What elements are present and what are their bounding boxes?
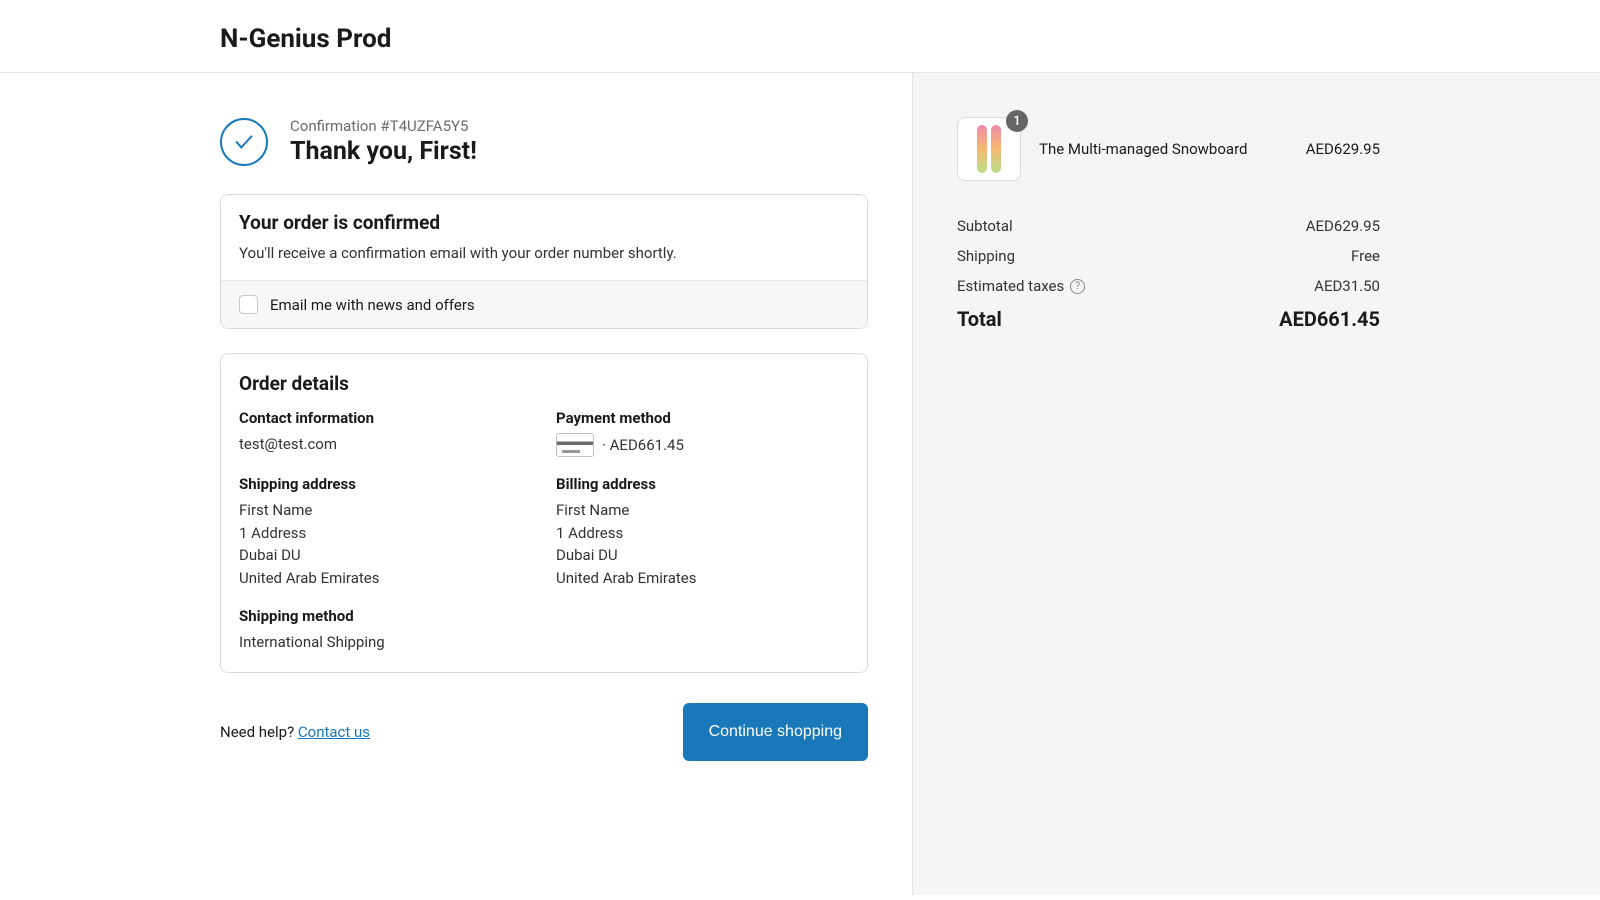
total-row: Total AED661.45 <box>957 307 1380 331</box>
footer-row: Need help? Contact us Continue shopping <box>220 703 868 761</box>
shipping-address-label: Shipping address <box>239 475 532 493</box>
ship-line4: United Arab Emirates <box>239 567 532 590</box>
confirmation-number: Confirmation #T4UZFA5Y5 <box>290 117 477 135</box>
confirmed-title: Your order is confirmed <box>239 211 849 234</box>
product-name: The Multi-managed Snowboard <box>1039 140 1288 158</box>
payment-block: Payment method · AED661.45 <box>556 409 849 457</box>
thankyou-heading: Thank you, First! <box>290 137 477 166</box>
billing-address-label: Billing address <box>556 475 849 493</box>
contact-label: Contact information <box>239 409 532 427</box>
order-summary-panel: 1 The Multi-managed Snowboard AED629.95 … <box>912 73 1600 895</box>
subscribe-checkbox[interactable] <box>239 295 258 314</box>
checkmark-icon <box>220 118 268 166</box>
payment-label: Payment method <box>556 409 849 427</box>
shipping-method-block: Shipping method International Shipping <box>239 607 532 654</box>
info-icon[interactable]: ? <box>1070 279 1085 294</box>
credit-card-icon <box>556 433 594 457</box>
contact-email: test@test.com <box>239 433 532 456</box>
subtotal-value: AED629.95 <box>1306 217 1380 235</box>
product-row: 1 The Multi-managed Snowboard AED629.95 <box>957 117 1380 181</box>
shipping-method: International Shipping <box>239 631 532 654</box>
product-price: AED629.95 <box>1306 140 1380 158</box>
contact-block: Contact information test@test.com <box>239 409 532 457</box>
help-prefix: Need help? <box>220 723 298 741</box>
help-text: Need help? Contact us <box>220 723 370 741</box>
taxes-label: Estimated taxes <box>957 277 1064 295</box>
bill-line4: United Arab Emirates <box>556 567 849 590</box>
bill-line3: Dubai DU <box>556 544 849 567</box>
shipping-method-label: Shipping method <box>239 607 532 625</box>
order-details-card: Order details Contact information test@t… <box>220 353 868 673</box>
store-name: N-Genius Prod <box>220 24 1380 54</box>
product-thumbnail: 1 <box>957 117 1021 181</box>
taxes-value: AED31.50 <box>1314 277 1380 295</box>
page-header: N-Genius Prod <box>0 0 1600 73</box>
confirmed-text: You'll receive a confirmation email with… <box>239 244 849 262</box>
shipping-row: Shipping Free <box>957 247 1380 265</box>
total-value: AED661.45 <box>1279 307 1380 331</box>
continue-shopping-button[interactable]: Continue shopping <box>683 703 868 761</box>
total-label: Total <box>957 307 1002 331</box>
bill-line1: First Name <box>556 499 849 522</box>
billing-address-block: Billing address First Name 1 Address Dub… <box>556 475 849 589</box>
taxes-row: Estimated taxes ? AED31.50 <box>957 277 1380 295</box>
contact-us-link[interactable]: Contact us <box>298 723 370 741</box>
ship-line2: 1 Address <box>239 522 532 545</box>
payment-amount: · AED661.45 <box>602 434 684 457</box>
shipping-label: Shipping <box>957 247 1015 265</box>
thankyou-header: Confirmation #T4UZFA5Y5 Thank you, First… <box>220 117 868 166</box>
quantity-badge: 1 <box>1006 110 1028 132</box>
left-panel: Confirmation #T4UZFA5Y5 Thank you, First… <box>0 73 912 895</box>
subtotal-row: Subtotal AED629.95 <box>957 217 1380 235</box>
main-layout: Confirmation #T4UZFA5Y5 Thank you, First… <box>0 73 1600 895</box>
bill-line2: 1 Address <box>556 522 849 545</box>
subscribe-label: Email me with news and offers <box>270 296 475 314</box>
shipping-value: Free <box>1351 247 1380 265</box>
ship-line3: Dubai DU <box>239 544 532 567</box>
ship-line1: First Name <box>239 499 532 522</box>
order-details-title: Order details <box>239 372 849 395</box>
order-confirmed-card: Your order is confirmed You'll receive a… <box>220 194 868 329</box>
shipping-address-block: Shipping address First Name 1 Address Du… <box>239 475 532 589</box>
subtotal-label: Subtotal <box>957 217 1013 235</box>
